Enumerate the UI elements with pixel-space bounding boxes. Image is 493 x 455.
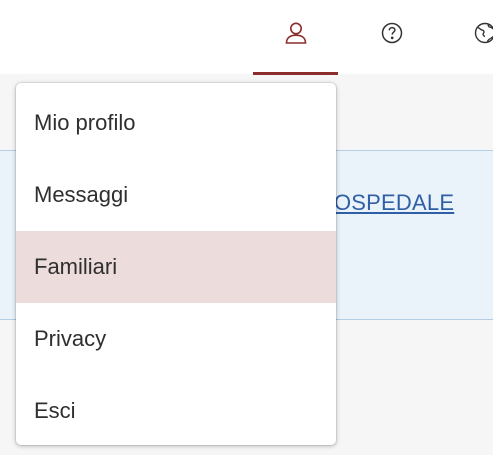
user-dropdown-menu: Mio profilo Messaggi Familiari Privacy E…	[16, 83, 336, 445]
menu-item-privacy[interactable]: Privacy	[16, 303, 336, 375]
help-icon[interactable]	[375, 16, 409, 50]
globe-icon[interactable]	[468, 16, 493, 50]
active-tab-indicator	[253, 72, 338, 75]
user-icon[interactable]	[279, 16, 313, 50]
menu-item-mio-profilo[interactable]: Mio profilo	[16, 87, 336, 159]
menu-item-familiari[interactable]: Familiari	[16, 231, 336, 303]
top-bar	[0, 0, 493, 75]
menu-item-messaggi[interactable]: Messaggi	[16, 159, 336, 231]
menu-item-esci[interactable]: Esci	[16, 375, 336, 447]
hospital-link[interactable]: OSPEDALE	[334, 190, 454, 216]
